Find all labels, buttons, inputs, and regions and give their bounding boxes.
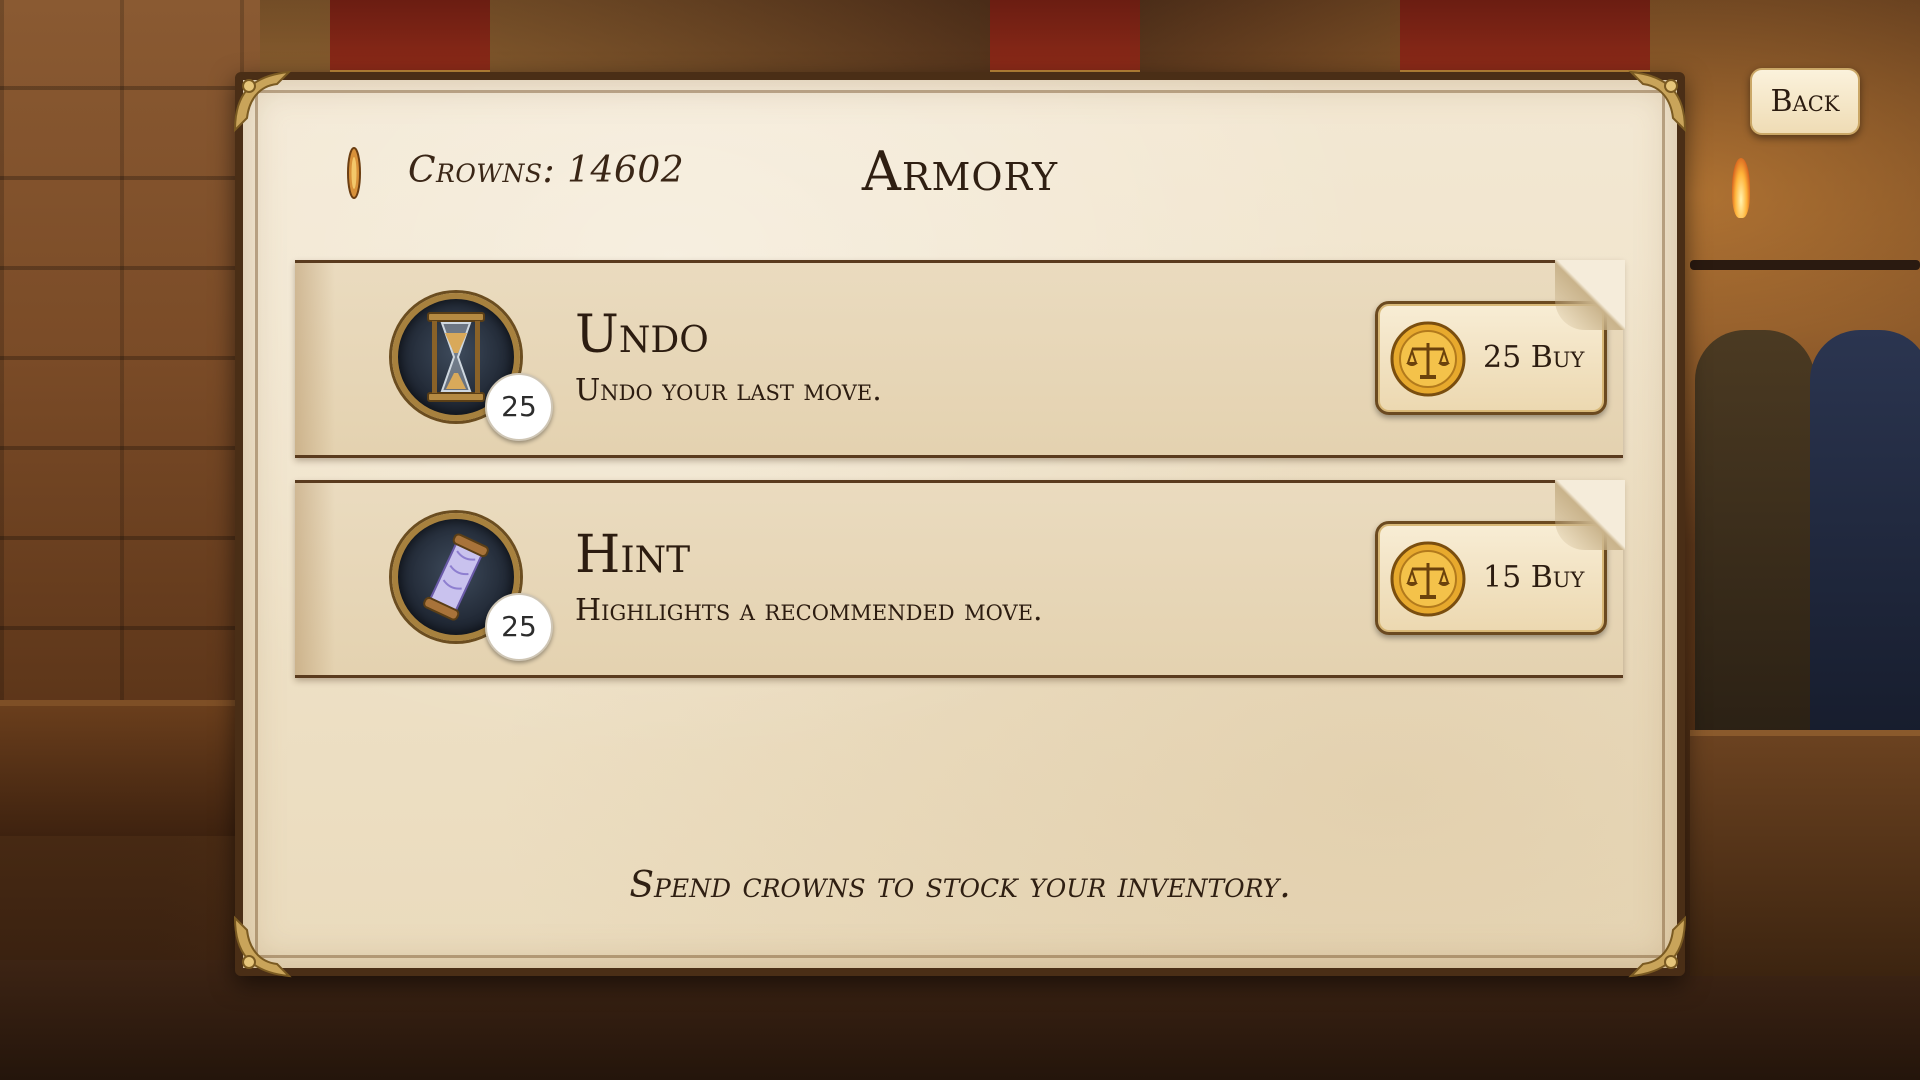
background-chest [1690,730,1920,976]
page-title: Armory [861,140,1059,203]
background-stone-wall [0,0,260,720]
footer-hint-text: Spend crowns to stock your inventory. [629,865,1291,906]
game-screen: Crowns: 14602 Armory 25 Undo Undo your l… [0,0,1920,1080]
scales-coin-icon [1390,541,1466,617]
buy-hint-button[interactable]: 15 Buy [1375,521,1607,635]
armory-panel: Crowns: 14602 Armory 25 Undo Undo your l… [233,70,1687,978]
owned-count-badge: 25 [485,373,553,441]
buy-price-label: 15 Buy [1483,560,1585,595]
background-coat-rack [1690,260,1920,270]
back-button[interactable]: Back [1750,68,1860,135]
scroll-icon [423,533,489,621]
shop-item-hint: 25 Hint Highlights a recommended move. 1… [295,480,1625,678]
item-description: Undo your last move. [575,373,882,408]
ornament-corner-icon [1621,912,1691,982]
item-name: Hint [575,525,691,585]
background-workbench [0,700,250,836]
ornament-corner-icon [1621,66,1691,136]
shop-item-undo: 25 Undo Undo your last move. 25 Buy [295,260,1625,458]
buy-undo-button[interactable]: 25 Buy [1375,301,1607,415]
item-description: Highlights a recommended move. [575,593,1043,628]
torch-flame-icon [1732,158,1750,218]
background-banner [990,0,1140,74]
background-banner [330,0,490,74]
ornament-corner-icon [229,912,299,982]
background-cloak [1695,330,1815,750]
scales-coin-icon [1390,321,1466,397]
background-banner [1400,0,1650,74]
hourglass-icon [427,312,485,402]
item-name: Undo [575,305,709,365]
ornament-corner-icon [229,66,299,136]
owned-count-badge: 25 [485,593,553,661]
buy-price-label: 25 Buy [1483,340,1585,375]
background-cloak [1810,330,1920,750]
